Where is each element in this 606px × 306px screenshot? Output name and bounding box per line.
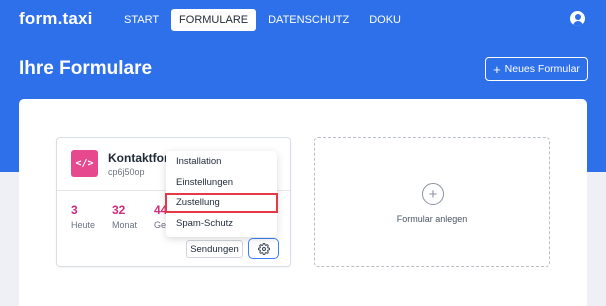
stat-month: 32 Monat <box>112 203 137 230</box>
stat-value: 32 <box>112 203 126 217</box>
code-icon: </> <box>71 150 98 177</box>
stat-label: Monat <box>112 220 138 230</box>
menu-item-spam-schutz[interactable]: Spam-Schutz <box>166 214 277 234</box>
form-id: cp6j50op <box>108 167 145 177</box>
menu-item-installation[interactable]: Installation <box>166 152 277 172</box>
plus-icon: + <box>493 61 501 77</box>
main-nav: START FORMULARE DATENSCHUTZ DOKU <box>116 9 413 31</box>
menu-item-zustellung[interactable]: Zustellung <box>165 193 278 213</box>
nav-item-datenschutz[interactable]: DATENSCHUTZ <box>260 9 357 31</box>
nav-item-doku[interactable]: DOKU <box>361 9 409 31</box>
user-circle-icon[interactable] <box>570 11 585 26</box>
stat-label: Heute <box>71 220 96 230</box>
settings-dropdown-menu: Installation Einstellungen Zustellung Sp… <box>165 151 278 237</box>
stat-value: 3 <box>71 203 78 217</box>
new-form-button-label: Neues Formular <box>504 63 580 75</box>
add-form-label: Formular anlegen <box>396 214 468 224</box>
nav-item-formulare[interactable]: FORMULARE <box>171 9 257 31</box>
add-form-card[interactable]: + Formular anlegen <box>314 137 550 267</box>
stat-today: 3 Heute <box>71 203 95 230</box>
menu-item-einstellungen[interactable]: Einstellungen <box>166 173 277 193</box>
page-title: Ihre Formulare <box>19 58 153 79</box>
logo[interactable]: form.taxi <box>19 9 93 29</box>
gear-icon <box>257 242 270 255</box>
settings-button[interactable] <box>248 238 279 259</box>
sendungen-button[interactable]: Sendungen <box>186 240 243 258</box>
plus-circle-icon: + <box>422 183 444 205</box>
new-form-button[interactable]: + Neues Formular <box>485 57 588 81</box>
nav-item-start[interactable]: START <box>116 9 167 31</box>
